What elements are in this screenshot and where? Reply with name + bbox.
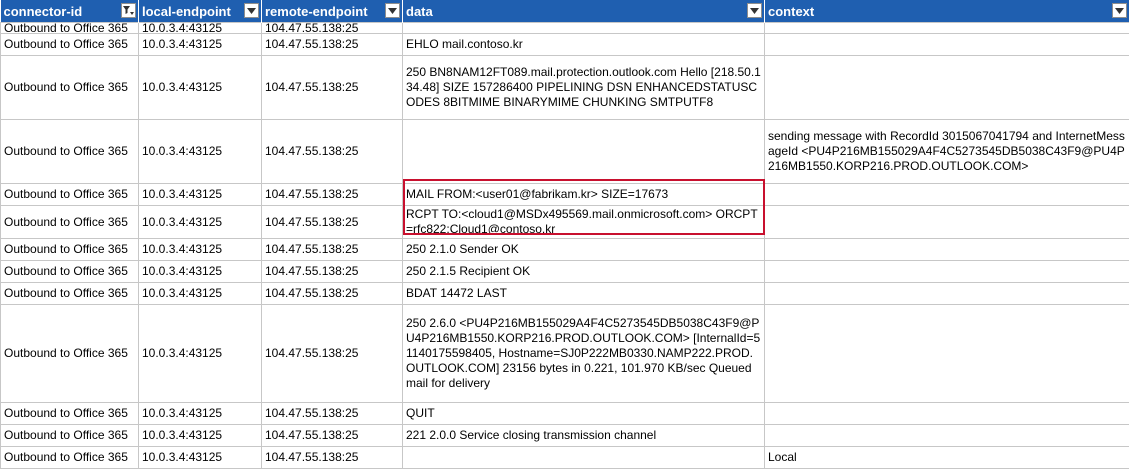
cell-data[interactable]: BDAT 14472 LAST	[403, 283, 765, 305]
cell-context[interactable]	[765, 23, 1129, 34]
cell-context[interactable]: sending message with RecordId 3015067041…	[765, 120, 1129, 184]
filter-dropdown-icon[interactable]	[121, 3, 136, 18]
cell-connector-id[interactable]: Outbound to Office 365	[1, 305, 139, 403]
table-row: Outbound to Office 365 10.0.3.4:43125 10…	[1, 261, 1129, 283]
cell-data[interactable]: RCPT TO:<cloud1@MSDx495569.mail.onmicros…	[403, 206, 765, 239]
cell-remote-endpoint[interactable]: 104.47.55.138:25	[262, 447, 403, 469]
cell-connector-id[interactable]: Outbound to Office 365	[1, 239, 139, 261]
cell-data[interactable]: QUIT	[403, 403, 765, 425]
cell-local-endpoint[interactable]: 10.0.3.4:43125	[139, 206, 262, 239]
cell-remote-endpoint[interactable]: 104.47.55.138:25	[262, 34, 403, 56]
cell-connector-id[interactable]: Outbound to Office 365	[1, 283, 139, 305]
cell-connector-id[interactable]: Outbound to Office 365	[1, 403, 139, 425]
cell-context[interactable]	[765, 184, 1129, 206]
log-table: connector-id local-endpoint remote-endpo…	[0, 0, 1129, 469]
column-header-remote-endpoint[interactable]: remote-endpoint	[262, 0, 403, 23]
cell-data[interactable]	[403, 120, 765, 184]
table-row: Outbound to Office 365 10.0.3.4:43125 10…	[1, 23, 1129, 34]
table-row: Outbound to Office 365 10.0.3.4:43125 10…	[1, 403, 1129, 425]
cell-connector-id[interactable]: Outbound to Office 365	[1, 56, 139, 120]
cell-context[interactable]	[765, 283, 1129, 305]
cell-context[interactable]: Local	[765, 447, 1129, 469]
table-row: Outbound to Office 365 10.0.3.4:43125 10…	[1, 425, 1129, 447]
dropdown-arrow-icon[interactable]	[385, 3, 400, 18]
header-row: connector-id local-endpoint remote-endpo…	[1, 0, 1129, 23]
cell-local-endpoint[interactable]: 10.0.3.4:43125	[139, 283, 262, 305]
table-row: Outbound to Office 365 10.0.3.4:43125 10…	[1, 184, 1129, 206]
cell-connector-id[interactable]: Outbound to Office 365	[1, 425, 139, 447]
cell-local-endpoint[interactable]: 10.0.3.4:43125	[139, 425, 262, 447]
table-row: Outbound to Office 365 10.0.3.4:43125 10…	[1, 56, 1129, 120]
cell-data[interactable]: 250 BN8NAM12FT089.mail.protection.outloo…	[403, 56, 765, 120]
cell-data[interactable]: 250 2.6.0 <PU4P216MB155029A4F4C5273545DB…	[403, 305, 765, 403]
cell-remote-endpoint[interactable]: 104.47.55.138:25	[262, 120, 403, 184]
dropdown-arrow-icon[interactable]	[1112, 3, 1127, 18]
cell-local-endpoint[interactable]: 10.0.3.4:43125	[139, 120, 262, 184]
table-row: Outbound to Office 365 10.0.3.4:43125 10…	[1, 34, 1129, 56]
cell-data[interactable]: 250 2.1.0 Sender OK	[403, 239, 765, 261]
cell-local-endpoint[interactable]: 10.0.3.4:43125	[139, 34, 262, 56]
cell-context[interactable]	[765, 305, 1129, 403]
cell-connector-id[interactable]: Outbound to Office 365	[1, 261, 139, 283]
cell-remote-endpoint[interactable]: 104.47.55.138:25	[262, 425, 403, 447]
table-row: Outbound to Office 365 10.0.3.4:43125 10…	[1, 305, 1129, 403]
cell-local-endpoint[interactable]: 10.0.3.4:43125	[139, 261, 262, 283]
cell-local-endpoint[interactable]: 10.0.3.4:43125	[139, 305, 262, 403]
cell-context[interactable]	[765, 425, 1129, 447]
cell-remote-endpoint[interactable]: 104.47.55.138:25	[262, 403, 403, 425]
column-header-label: remote-endpoint	[265, 4, 368, 19]
cell-context[interactable]	[765, 239, 1129, 261]
cell-local-endpoint[interactable]: 10.0.3.4:43125	[139, 56, 262, 120]
cell-remote-endpoint[interactable]: 104.47.55.138:25	[262, 283, 403, 305]
cell-data[interactable]	[403, 23, 765, 34]
cell-remote-endpoint[interactable]: 104.47.55.138:25	[262, 56, 403, 120]
column-header-local-endpoint[interactable]: local-endpoint	[139, 0, 262, 23]
cell-local-endpoint[interactable]: 10.0.3.4:43125	[139, 23, 262, 34]
table-row: Outbound to Office 365 10.0.3.4:43125 10…	[1, 239, 1129, 261]
table-row: Outbound to Office 365 10.0.3.4:43125 10…	[1, 206, 1129, 239]
cell-connector-id[interactable]: Outbound to Office 365	[1, 447, 139, 469]
dropdown-arrow-icon[interactable]	[747, 3, 762, 18]
cell-context[interactable]	[765, 56, 1129, 120]
cell-remote-endpoint[interactable]: 104.47.55.138:25	[262, 261, 403, 283]
cell-connector-id[interactable]: Outbound to Office 365	[1, 23, 139, 34]
cell-data[interactable]: 250 2.1.5 Recipient OK	[403, 261, 765, 283]
cell-connector-id[interactable]: Outbound to Office 365	[1, 184, 139, 206]
cell-connector-id[interactable]: Outbound to Office 365	[1, 34, 139, 56]
cell-data[interactable]	[403, 447, 765, 469]
cell-context[interactable]	[765, 34, 1129, 56]
cell-data[interactable]: EHLO mail.contoso.kr	[403, 34, 765, 56]
cell-local-endpoint[interactable]: 10.0.3.4:43125	[139, 239, 262, 261]
table-row: Outbound to Office 365 10.0.3.4:43125 10…	[1, 120, 1129, 184]
cell-context[interactable]	[765, 403, 1129, 425]
cell-remote-endpoint[interactable]: 104.47.55.138:25	[262, 305, 403, 403]
column-header-label: data	[406, 4, 433, 19]
column-header-data[interactable]: data	[403, 0, 765, 23]
cell-remote-endpoint[interactable]: 104.47.55.138:25	[262, 239, 403, 261]
cell-remote-endpoint[interactable]: 104.47.55.138:25	[262, 184, 403, 206]
cell-local-endpoint[interactable]: 10.0.3.4:43125	[139, 403, 262, 425]
cell-data[interactable]: 221 2.0.0 Service closing transmission c…	[403, 425, 765, 447]
column-header-context[interactable]: context	[765, 0, 1129, 23]
cell-remote-endpoint[interactable]: 104.47.55.138:25	[262, 206, 403, 239]
cell-connector-id[interactable]: Outbound to Office 365	[1, 206, 139, 239]
column-header-label: local-endpoint	[142, 4, 231, 19]
cell-local-endpoint[interactable]: 10.0.3.4:43125	[139, 447, 262, 469]
column-header-connector-id[interactable]: connector-id	[1, 0, 139, 23]
column-header-label: connector-id	[4, 4, 83, 19]
cell-data[interactable]: MAIL FROM:<user01@fabrikam.kr> SIZE=1767…	[403, 184, 765, 206]
cell-remote-endpoint[interactable]: 104.47.55.138:25	[262, 23, 403, 34]
table-row: Outbound to Office 365 10.0.3.4:43125 10…	[1, 283, 1129, 305]
cell-local-endpoint[interactable]: 10.0.3.4:43125	[139, 184, 262, 206]
cell-context[interactable]	[765, 206, 1129, 239]
column-header-label: context	[768, 4, 814, 19]
cell-context[interactable]	[765, 261, 1129, 283]
cell-connector-id[interactable]: Outbound to Office 365	[1, 120, 139, 184]
dropdown-arrow-icon[interactable]	[244, 3, 259, 18]
table-row: Outbound to Office 365 10.0.3.4:43125 10…	[1, 447, 1129, 469]
